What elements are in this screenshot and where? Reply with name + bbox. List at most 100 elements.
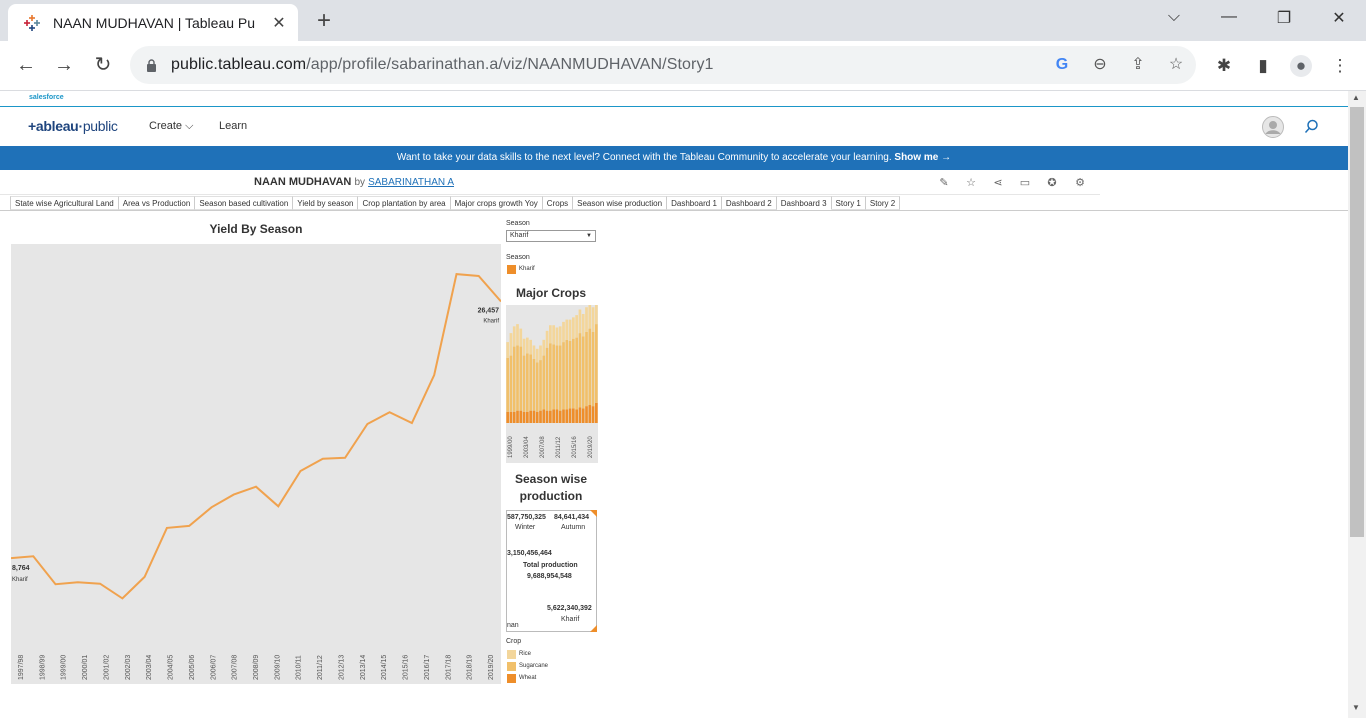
viz-author-link[interactable]: SABARINATHAN A bbox=[368, 177, 454, 188]
crop-bar-segment bbox=[578, 407, 582, 423]
crop-bar-segment bbox=[532, 410, 536, 423]
close-tab-icon[interactable]: ✕ bbox=[270, 13, 288, 33]
x-tick-label: 2011/12 bbox=[317, 655, 324, 680]
crop-bar-segment bbox=[558, 410, 562, 423]
crops-x-tick: 2003/04 bbox=[524, 436, 530, 458]
tab-search-icon[interactable]: ⌵ bbox=[1162, 8, 1186, 26]
new-tab-icon[interactable]: + bbox=[312, 7, 336, 35]
crop-bar-segment bbox=[535, 348, 539, 363]
nav-create[interactable]: Create ⌵ bbox=[149, 120, 193, 133]
crops-x-tick: 2011/12 bbox=[556, 436, 562, 458]
edit-icon[interactable]: ✎ bbox=[937, 176, 951, 190]
share-icon[interactable]: ⇪ bbox=[1128, 55, 1148, 75]
worksheet-tab[interactable]: Area vs Production bbox=[118, 196, 196, 210]
worksheet-tab[interactable]: Story 1 bbox=[831, 196, 866, 210]
scrollbar-thumb[interactable] bbox=[1350, 107, 1364, 537]
worksheet-tab[interactable]: Season based cultivation bbox=[195, 196, 294, 210]
worksheet-tab[interactable]: Dashboard 2 bbox=[721, 196, 777, 210]
page-scrollbar[interactable]: ▲ ▼ bbox=[1348, 91, 1366, 718]
banner-show-me-link[interactable]: Show me → bbox=[894, 152, 951, 163]
crop-bar-segment bbox=[575, 337, 578, 410]
season-filter-dropdown[interactable]: Kharif ▼ bbox=[506, 230, 596, 242]
browser-toolbar: ← → ↻ public.tableau.com/app/profile/sab… bbox=[0, 41, 1366, 91]
major-crops-chart[interactable]: 1999/00 2003/04 2007/08 2011/12 2015/16 2019/… bbox=[506, 298, 598, 463]
favorite-star-icon[interactable]: ☆ bbox=[964, 176, 978, 190]
crop-bar-segment bbox=[585, 331, 588, 407]
back-icon[interactable]: ← bbox=[14, 53, 38, 77]
worksheet-tab[interactable]: Dashboard 1 bbox=[667, 196, 722, 210]
worksheet-tab[interactable]: Story 2 bbox=[865, 196, 901, 210]
worksheet-tab[interactable]: Crops bbox=[542, 196, 574, 210]
start-season-label: Kharif bbox=[12, 577, 28, 583]
worksheet-tab[interactable]: Season wise production bbox=[573, 196, 668, 210]
season-filter-value: Kharif bbox=[510, 232, 529, 239]
settings-gear-icon[interactable]: ⚙ bbox=[1073, 176, 1087, 190]
crop-bar-segment bbox=[565, 409, 569, 423]
nav-learn[interactable]: Learn bbox=[219, 120, 247, 132]
address-bar[interactable]: public.tableau.com/app/profile/sabarinat… bbox=[130, 46, 1196, 84]
bookmark-star-icon[interactable]: ☆ bbox=[1166, 55, 1186, 75]
search-icon[interactable] bbox=[1304, 119, 1319, 134]
close-window-icon[interactable]: ✕ bbox=[1327, 8, 1351, 28]
crop-bar-segment bbox=[512, 326, 516, 347]
crop-bar-segment bbox=[562, 409, 565, 423]
share-viz-icon[interactable]: ⋖ bbox=[991, 176, 1005, 190]
crop-bar-segment bbox=[572, 317, 575, 339]
yield-by-season-chart[interactable]: 1997/98 1998/99 1999/00 2000/01 2001/02 2002/… bbox=[10, 244, 502, 684]
crop-bar-segment bbox=[591, 331, 595, 407]
x-tick-label: 2012/13 bbox=[338, 655, 345, 680]
menu-icon[interactable]: ⋮ bbox=[1329, 55, 1351, 77]
url-text: public.tableau.com/app/profile/sabarinat… bbox=[171, 56, 714, 73]
crop-legend-swatch bbox=[507, 650, 516, 659]
minimize-icon[interactable]: — bbox=[1217, 8, 1241, 26]
crop-legend-swatch bbox=[507, 662, 516, 671]
autumn-label: Autumn bbox=[561, 524, 586, 531]
promo-banner: Want to take your data skills to the nex… bbox=[0, 146, 1348, 170]
kharif-legend-label: Kharif bbox=[519, 266, 535, 272]
season-wise-production-title: Season wise production bbox=[514, 472, 588, 503]
total-production-value: 9,688,954,548 bbox=[527, 573, 572, 580]
profile-icon[interactable]: ● bbox=[1290, 55, 1312, 77]
extensions-icon[interactable]: ✱ bbox=[1213, 55, 1235, 77]
reload-icon[interactable]: ↻ bbox=[91, 53, 115, 77]
tableau-public-logo[interactable]: +ableau·public bbox=[28, 118, 118, 134]
worksheet-tab[interactable]: Dashboard 3 bbox=[776, 196, 832, 210]
crop-bar-segment bbox=[552, 325, 555, 345]
browser-tab-bar: NAAN MUDHAVAN | Tableau Pu ✕ + ⌵ — ❐ ✕ bbox=[0, 0, 1366, 41]
crop-bar-segment bbox=[519, 346, 523, 411]
crop-bar-segment bbox=[542, 409, 546, 423]
x-tick-label: 2016/17 bbox=[424, 655, 431, 680]
kharif-legend-swatch bbox=[507, 265, 516, 274]
google-icon[interactable]: G bbox=[1052, 55, 1072, 75]
worksheet-tab[interactable]: Major crops growth Yoy bbox=[450, 196, 543, 210]
worksheet-tab[interactable]: Crop plantation by area bbox=[358, 196, 451, 210]
user-avatar-icon[interactable] bbox=[1262, 116, 1284, 138]
crops-x-tick: 2019/20 bbox=[588, 436, 594, 458]
autumn-value: 84,641,434 bbox=[554, 514, 590, 521]
viz-header: NAAN MUDHAVAN by SABARINATHAN A ✎ ☆ ⋖ ▭ … bbox=[0, 170, 1100, 195]
season-wise-production-chart[interactable]: 587,750,325 Winter 84,641,434 Autumn 3,1… bbox=[506, 510, 597, 632]
zoom-out-icon[interactable]: ⊖ bbox=[1090, 55, 1110, 75]
restore-icon[interactable]: ❐ bbox=[1272, 8, 1296, 28]
comment-icon[interactable]: ▭ bbox=[1018, 176, 1032, 190]
worksheet-tab[interactable]: Yield by season bbox=[293, 196, 359, 210]
forward-icon[interactable]: → bbox=[52, 53, 76, 77]
crop-bar-segment bbox=[595, 402, 598, 423]
kharif-label: Kharif bbox=[561, 616, 580, 623]
crop-legend-swatch bbox=[507, 674, 516, 683]
side-panel-icon[interactable]: ▮ bbox=[1252, 55, 1274, 77]
worksheet-tab[interactable]: State wise Agricultural Land bbox=[10, 196, 119, 210]
crop-bar-segment bbox=[529, 354, 532, 411]
x-tick-label: 1998/99 bbox=[39, 655, 46, 680]
crop-bar-segment bbox=[509, 333, 513, 356]
salesforce-logo[interactable]: salesforce bbox=[29, 94, 64, 101]
scroll-down-icon[interactable]: ▼ bbox=[1352, 703, 1360, 712]
crop-bar-segment bbox=[568, 340, 572, 409]
badge-icon[interactable]: ✪ bbox=[1045, 176, 1059, 190]
browser-tab[interactable]: NAAN MUDHAVAN | Tableau Pu ✕ bbox=[8, 4, 298, 41]
winter-label: Winter bbox=[515, 524, 536, 531]
crop-bar-segment bbox=[565, 339, 569, 410]
scroll-up-icon[interactable]: ▲ bbox=[1352, 93, 1360, 102]
lock-icon bbox=[147, 58, 156, 72]
crop-bar-segment bbox=[558, 345, 562, 411]
